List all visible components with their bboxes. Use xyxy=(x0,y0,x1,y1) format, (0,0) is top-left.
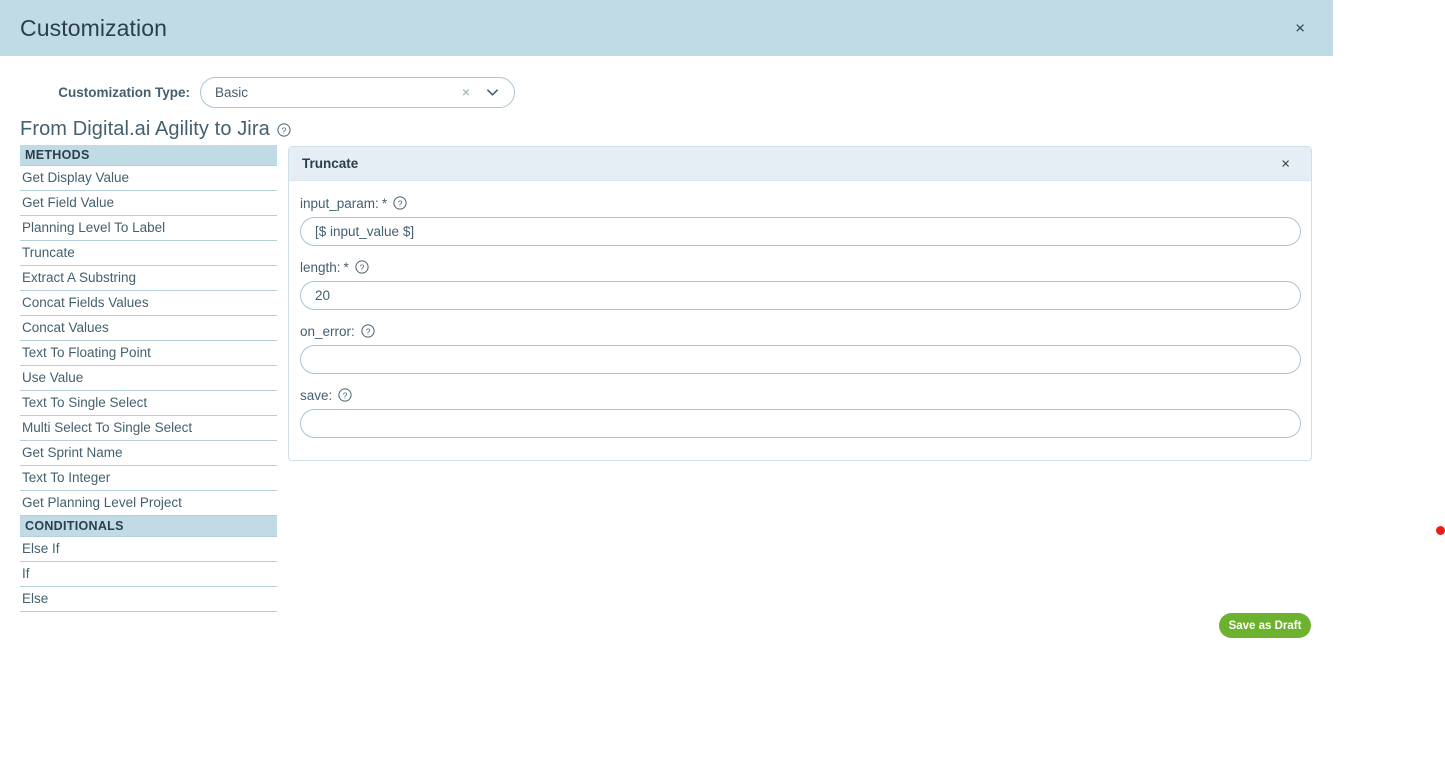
mapping-title: From Digital.ai Agility to Jira xyxy=(20,118,270,140)
list-item[interactable]: Text To Single Select xyxy=(20,391,277,416)
input-param-field[interactable] xyxy=(300,217,1301,246)
method-panel-title: Truncate xyxy=(302,156,359,171)
list-item[interactable]: Concat Values xyxy=(20,316,277,341)
field-label: on_error: xyxy=(300,323,355,339)
recording-indicator-dot xyxy=(1436,526,1445,535)
field-save: save: ? xyxy=(300,387,1301,438)
list-item[interactable]: Extract A Substring xyxy=(20,266,277,291)
svg-text:?: ? xyxy=(398,198,403,208)
list-item[interactable]: Text To Floating Point xyxy=(20,341,277,366)
field-label-line: on_error: ? xyxy=(300,323,1300,339)
methods-list: METHODS Get Display Value Get Field Valu… xyxy=(20,145,277,612)
method-config-panel: Truncate × input_param: * ? length: * xyxy=(288,146,1312,461)
field-label-line: length: * ? xyxy=(300,259,1300,275)
field-length: length: * ? xyxy=(300,259,1301,310)
field-label: length: xyxy=(300,259,341,275)
customization-type-select[interactable]: Basic × xyxy=(200,76,515,108)
help-icon[interactable]: ? xyxy=(393,196,407,210)
help-icon[interactable]: ? xyxy=(338,388,352,402)
list-item[interactable]: Get Planning Level Project xyxy=(20,491,277,516)
svg-text:?: ? xyxy=(343,390,348,400)
list-group-header-methods: METHODS xyxy=(20,145,277,166)
page-title: Customization xyxy=(20,14,168,41)
help-icon[interactable]: ? xyxy=(355,260,369,274)
field-on-error: on_error: ? xyxy=(300,323,1301,374)
close-icon[interactable]: × xyxy=(1289,16,1311,41)
required-marker: * xyxy=(343,259,349,275)
on-error-field[interactable] xyxy=(300,345,1301,374)
field-label-line: input_param: * ? xyxy=(300,195,1300,211)
list-item[interactable]: Get Display Value xyxy=(20,166,277,191)
list-item[interactable]: Use Value xyxy=(20,366,277,391)
list-item[interactable]: Get Field Value xyxy=(20,191,277,216)
help-icon[interactable]: ? xyxy=(361,324,375,338)
list-group-header-conditionals: CONDITIONALS xyxy=(20,516,277,537)
list-item[interactable]: Else If xyxy=(20,537,277,562)
method-panel-header: Truncate × xyxy=(289,147,1311,181)
list-item[interactable]: Get Sprint Name xyxy=(20,441,277,466)
field-label: save: xyxy=(300,387,333,403)
list-item[interactable]: Text To Integer xyxy=(20,466,277,491)
customization-type-value: Basic xyxy=(215,84,249,100)
help-icon[interactable]: ? xyxy=(277,122,291,137)
method-panel-body: input_param: * ? length: * ? xyxy=(289,181,1311,460)
save-field[interactable] xyxy=(300,409,1301,438)
chevron-down-icon[interactable] xyxy=(486,86,499,99)
list-item[interactable]: If xyxy=(20,562,277,587)
mapping-title-wrap: From Digital.ai Agility to Jira ? xyxy=(20,118,291,141)
list-item[interactable]: Multi Select To Single Select xyxy=(20,416,277,441)
required-marker: * xyxy=(381,195,388,211)
list-item[interactable]: Planning Level To Label xyxy=(20,216,277,241)
list-item[interactable]: Truncate xyxy=(20,241,277,266)
field-label: input_param: xyxy=(300,195,379,211)
customization-type-row: Customization Type: Basic × xyxy=(0,74,700,110)
field-label-line: save: ? xyxy=(300,387,1300,403)
svg-text:?: ? xyxy=(359,262,364,272)
close-icon[interactable]: × xyxy=(1276,153,1295,174)
svg-text:?: ? xyxy=(281,125,286,135)
length-field[interactable] xyxy=(300,281,1301,310)
save-as-draft-button[interactable]: Save as Draft xyxy=(1219,613,1311,638)
list-item[interactable]: Else xyxy=(20,587,277,612)
clear-icon[interactable]: × xyxy=(462,85,470,99)
field-input-param: input_param: * ? xyxy=(300,195,1301,246)
svg-text:?: ? xyxy=(365,326,370,336)
list-item[interactable]: Concat Fields Values xyxy=(20,291,277,316)
customization-type-label: Customization Type: xyxy=(58,84,190,100)
modal-header: Customization × xyxy=(0,0,1333,56)
